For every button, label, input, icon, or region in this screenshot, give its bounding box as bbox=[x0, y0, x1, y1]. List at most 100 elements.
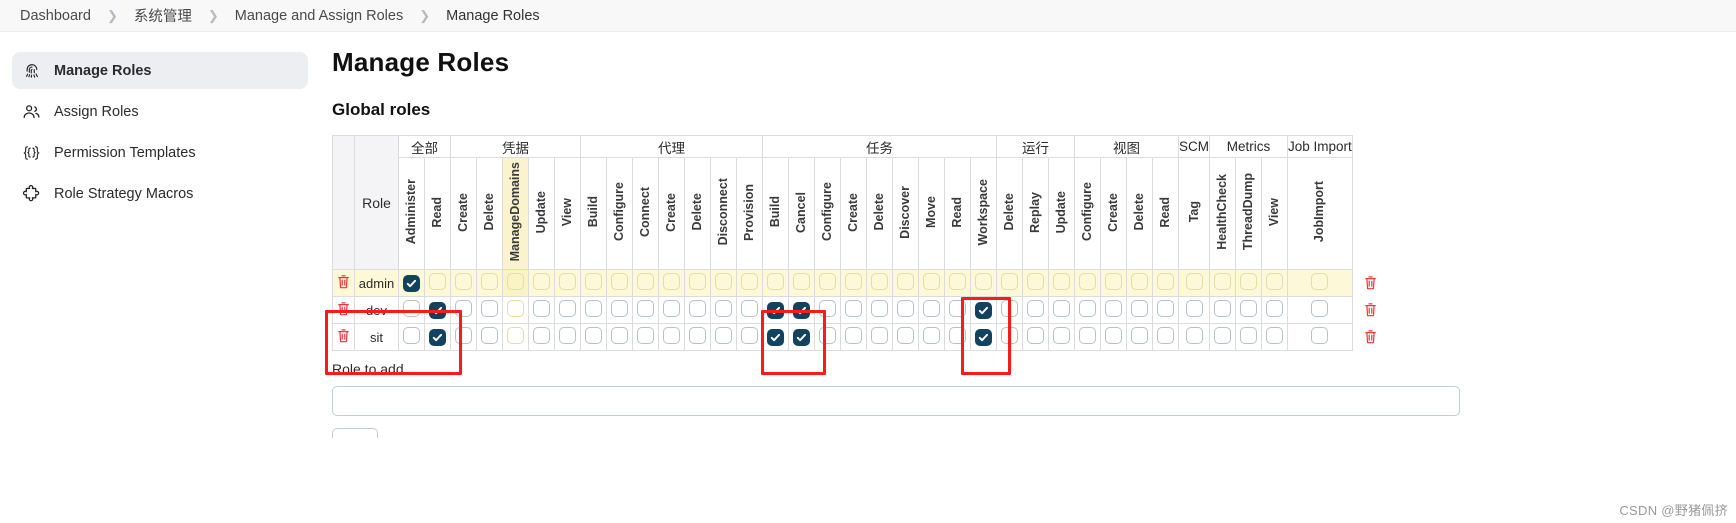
permission-checkbox[interactable] bbox=[1131, 327, 1148, 344]
permission-cell[interactable] bbox=[996, 323, 1023, 351]
permission-cell[interactable] bbox=[710, 269, 737, 297]
permission-cell[interactable] bbox=[606, 296, 633, 324]
permission-checkbox[interactable] bbox=[585, 273, 602, 290]
permission-cell[interactable] bbox=[1074, 269, 1101, 297]
permission-checkbox[interactable] bbox=[585, 327, 602, 344]
permission-checkbox[interactable] bbox=[897, 273, 914, 290]
permission-cell[interactable] bbox=[502, 269, 529, 297]
permission-cell[interactable] bbox=[684, 269, 711, 297]
permission-checkbox[interactable] bbox=[611, 273, 628, 290]
permission-checkbox[interactable] bbox=[1001, 300, 1018, 317]
permission-cell[interactable] bbox=[788, 296, 815, 324]
permission-cell[interactable] bbox=[996, 269, 1023, 297]
permission-cell[interactable] bbox=[1178, 323, 1210, 351]
permission-checkbox[interactable] bbox=[403, 274, 420, 292]
permission-cell[interactable] bbox=[1152, 269, 1179, 297]
permission-checkbox[interactable] bbox=[923, 273, 940, 290]
permission-cell[interactable] bbox=[606, 269, 633, 297]
permission-cell[interactable] bbox=[424, 296, 451, 324]
permission-cell[interactable] bbox=[814, 269, 841, 297]
permission-checkbox[interactable] bbox=[767, 301, 784, 319]
permission-checkbox[interactable] bbox=[949, 327, 966, 344]
permission-cell[interactable] bbox=[710, 323, 737, 351]
permission-checkbox[interactable] bbox=[767, 328, 784, 346]
permission-checkbox[interactable] bbox=[871, 273, 888, 290]
permission-checkbox[interactable] bbox=[429, 273, 446, 290]
permission-checkbox[interactable] bbox=[611, 327, 628, 344]
permission-checkbox[interactable] bbox=[1185, 273, 1203, 290]
permission-cell[interactable] bbox=[580, 269, 607, 297]
permission-checkbox[interactable] bbox=[741, 300, 758, 317]
permission-cell[interactable] bbox=[1126, 269, 1153, 297]
permission-checkbox[interactable] bbox=[715, 273, 732, 290]
permission-cell[interactable] bbox=[970, 296, 997, 324]
permission-checkbox[interactable] bbox=[741, 327, 758, 344]
permission-cell[interactable] bbox=[528, 296, 555, 324]
permission-checkbox[interactable] bbox=[533, 327, 550, 344]
permission-cell[interactable] bbox=[1287, 269, 1353, 297]
permission-checkbox[interactable] bbox=[1311, 273, 1329, 290]
permission-checkbox[interactable] bbox=[793, 273, 810, 290]
permission-cell[interactable] bbox=[762, 269, 789, 297]
permission-cell[interactable] bbox=[1126, 323, 1153, 351]
permission-checkbox[interactable] bbox=[897, 300, 914, 317]
permission-checkbox[interactable] bbox=[481, 273, 498, 290]
permission-cell[interactable] bbox=[1209, 269, 1236, 297]
permission-checkbox[interactable] bbox=[1027, 300, 1044, 317]
permission-cell[interactable] bbox=[580, 296, 607, 324]
permission-checkbox[interactable] bbox=[429, 301, 446, 319]
permission-checkbox[interactable] bbox=[845, 327, 862, 344]
trash-icon[interactable] bbox=[337, 328, 351, 344]
permission-cell[interactable] bbox=[632, 323, 659, 351]
role-to-add-input[interactable] bbox=[332, 386, 1460, 416]
breadcrumb-item-2[interactable]: Manage and Assign Roles bbox=[229, 8, 409, 24]
permission-cell[interactable] bbox=[892, 269, 919, 297]
permission-checkbox[interactable] bbox=[1053, 300, 1070, 317]
permission-checkbox[interactable] bbox=[975, 273, 992, 290]
permission-checkbox[interactable] bbox=[897, 327, 914, 344]
permission-cell[interactable] bbox=[814, 296, 841, 324]
permission-cell[interactable] bbox=[970, 269, 997, 297]
permission-checkbox[interactable] bbox=[793, 328, 810, 346]
permission-cell[interactable] bbox=[892, 296, 919, 324]
permission-checkbox[interactable] bbox=[1240, 327, 1257, 344]
permission-checkbox[interactable] bbox=[923, 327, 940, 344]
permission-checkbox[interactable] bbox=[1214, 300, 1231, 317]
permission-checkbox[interactable] bbox=[1266, 300, 1283, 317]
permission-checkbox[interactable] bbox=[637, 327, 654, 344]
permission-checkbox[interactable] bbox=[507, 327, 524, 344]
permission-cell[interactable] bbox=[528, 323, 555, 351]
permission-cell[interactable] bbox=[554, 323, 581, 351]
permission-checkbox[interactable] bbox=[819, 300, 836, 317]
permission-checkbox[interactable] bbox=[637, 300, 654, 317]
permission-cell[interactable] bbox=[788, 323, 815, 351]
permission-checkbox[interactable] bbox=[455, 273, 472, 290]
permission-cell[interactable] bbox=[762, 296, 789, 324]
permission-cell[interactable] bbox=[1048, 323, 1075, 351]
permission-checkbox[interactable] bbox=[845, 300, 862, 317]
permission-cell[interactable] bbox=[736, 296, 763, 324]
permission-checkbox[interactable] bbox=[767, 273, 784, 290]
permission-cell[interactable] bbox=[398, 269, 425, 297]
permission-checkbox[interactable] bbox=[507, 273, 524, 290]
permission-checkbox[interactable] bbox=[689, 327, 706, 344]
permission-cell[interactable] bbox=[1048, 269, 1075, 297]
permission-checkbox[interactable] bbox=[689, 273, 706, 290]
permission-checkbox[interactable] bbox=[1131, 273, 1148, 290]
sidebar-item-manage-roles[interactable]: Manage Roles bbox=[12, 52, 308, 89]
permission-checkbox[interactable] bbox=[559, 327, 576, 344]
permission-cell[interactable] bbox=[918, 323, 945, 351]
breadcrumb-item-0[interactable]: Dashboard bbox=[14, 8, 97, 24]
permission-checkbox[interactable] bbox=[689, 300, 706, 317]
permission-checkbox[interactable] bbox=[637, 273, 654, 290]
permission-cell[interactable] bbox=[450, 269, 477, 297]
permission-cell[interactable] bbox=[1178, 269, 1210, 297]
permission-checkbox[interactable] bbox=[1185, 300, 1203, 317]
permission-cell[interactable] bbox=[1209, 323, 1236, 351]
permission-checkbox[interactable] bbox=[663, 273, 680, 290]
permission-cell[interactable] bbox=[1100, 296, 1127, 324]
row-trailing-delete-icon[interactable] bbox=[1360, 301, 1380, 318]
permission-checkbox[interactable] bbox=[403, 327, 420, 344]
permission-checkbox[interactable] bbox=[1157, 300, 1174, 317]
permission-cell[interactable] bbox=[1287, 323, 1353, 351]
